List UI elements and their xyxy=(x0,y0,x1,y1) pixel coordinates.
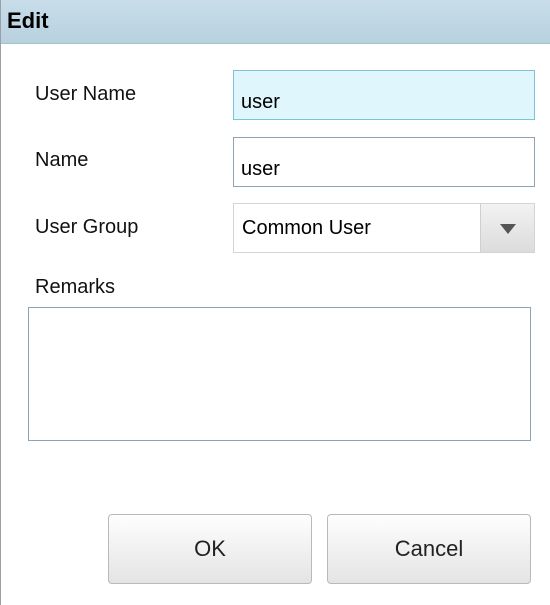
dialog-titlebar[interactable]: Edit xyxy=(1,0,550,44)
remarks-label: Remarks xyxy=(35,276,116,298)
user-group-dropdown-button[interactable] xyxy=(480,204,534,252)
chevron-down-icon xyxy=(500,224,516,234)
dialog-title: Edit xyxy=(7,8,49,33)
edit-dialog: Edit User Name Name User Group Common Us… xyxy=(0,0,550,605)
name-input[interactable] xyxy=(233,137,535,187)
cancel-button[interactable]: Cancel xyxy=(327,514,531,584)
username-input[interactable] xyxy=(233,70,535,120)
user-group-select[interactable]: Common User xyxy=(233,203,535,253)
user-group-label: User Group xyxy=(35,216,139,238)
username-label: User Name xyxy=(35,83,137,105)
remarks-textarea[interactable] xyxy=(28,307,531,441)
name-label: Name xyxy=(35,149,89,171)
user-group-value: Common User xyxy=(242,217,371,239)
ok-button[interactable]: OK xyxy=(108,514,312,584)
